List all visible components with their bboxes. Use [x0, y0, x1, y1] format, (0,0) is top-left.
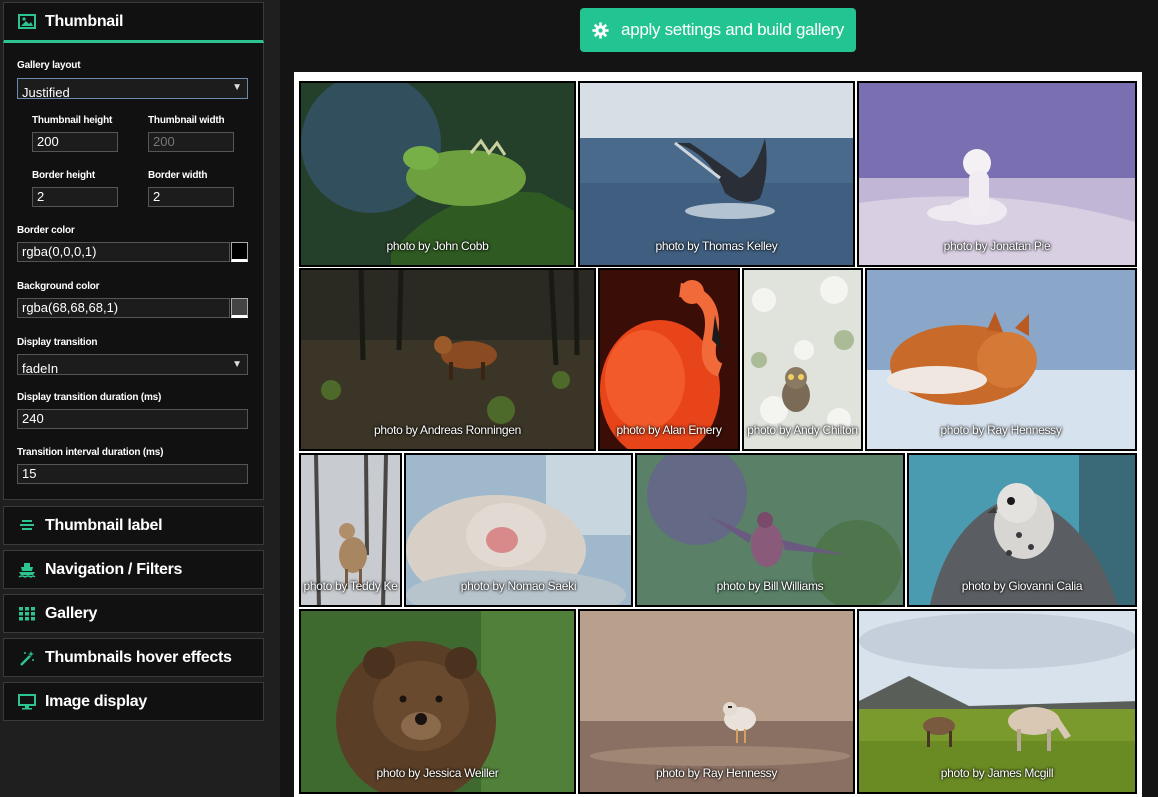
panel-label: Thumbnail label	[45, 516, 163, 534]
apply-settings-label: apply settings and build gallery	[621, 20, 844, 39]
panel-header-hover-effects[interactable]: Thumbnails hover effects	[3, 638, 264, 677]
display-transition-label: Display transition	[17, 337, 98, 348]
interval-duration-input[interactable]: 15	[17, 464, 248, 484]
border-width-input[interactable]: 2	[148, 187, 234, 207]
gallery-thumbnail[interactable]: photo by Ray Hennessy	[865, 268, 1137, 451]
gallery-thumbnail[interactable]: photo by Andreas Ronningen	[299, 268, 596, 451]
thumbnail-settings-body: Gallery layout Justified ▼ Thumbnail hei…	[3, 43, 264, 500]
thumb-width-label: Thumbnail width	[148, 115, 225, 126]
apply-settings-button[interactable]: apply settings and build gallery	[580, 8, 856, 52]
thumbnail-caption: photo by Ray Hennessy	[940, 423, 1062, 437]
border-color-swatch[interactable]	[231, 242, 248, 262]
thumbnail-caption: photo by James Mcgill	[940, 766, 1054, 780]
background-color-label: Background color	[17, 281, 100, 292]
panel-header-thumbnail[interactable]: Thumbnail	[3, 2, 264, 43]
transition-duration-input[interactable]: 240	[17, 409, 248, 429]
thumb-width-input[interactable]: 200	[148, 132, 234, 152]
border-color-label: Border color	[17, 225, 75, 236]
gallery-thumbnail[interactable]: photo by John Cobb	[299, 81, 576, 267]
gallery-layout-select[interactable]: Justified ▼	[17, 78, 248, 99]
thumbnail-caption: photo by Andreas Ronningen	[374, 423, 521, 437]
gear-icon	[592, 21, 609, 39]
thumbnail-caption: photo by Jonatan Pie	[943, 239, 1051, 253]
display-transition-select[interactable]: fadeIn ▼	[17, 354, 248, 375]
gallery-thumbnail[interactable]: photo by James Mcgill	[857, 609, 1137, 794]
thumb-height-input[interactable]: 200	[32, 132, 118, 152]
background-color-input[interactable]: rgba(68,68,68,1)	[17, 298, 230, 318]
border-height-input[interactable]: 2	[32, 187, 118, 207]
thumbnail-caption: photo by Teddy Ke	[303, 579, 398, 593]
thumb-height-label: Thumbnail height	[32, 115, 113, 126]
border-width-label: Border width	[148, 170, 208, 181]
thumbnail-caption: photo by John Cobb	[386, 239, 489, 253]
panel-label: Gallery	[45, 604, 98, 622]
gallery-thumbnail[interactable]: photo by Nomao Saeki	[404, 453, 633, 607]
caret-down-icon: ▼	[232, 82, 242, 93]
magic-wand-icon	[18, 649, 36, 667]
align-center-icon	[18, 517, 36, 535]
thumbnail-caption: photo by Thomas Kelley	[655, 239, 778, 253]
panel-label: Navigation / Filters	[45, 560, 183, 578]
panel-header-thumbnail-label[interactable]: Thumbnail label	[3, 506, 264, 545]
panel-label: Image display	[45, 692, 147, 710]
thumbnail-caption: photo by Andy Chilton	[747, 423, 858, 437]
caret-down-icon: ▼	[232, 359, 242, 370]
image-icon	[18, 13, 36, 31]
panel-header-gallery[interactable]: Gallery	[3, 594, 264, 633]
gallery-thumbnail[interactable]: photo by Jonatan Pie	[857, 81, 1137, 267]
gallery-thumbnail[interactable]: photo by Andy Chilton	[742, 268, 863, 451]
thumbnail-caption: photo by Nomao Saeki	[460, 579, 577, 593]
panel-header-navigation-filters[interactable]: Navigation / Filters	[3, 550, 264, 589]
grid-icon	[18, 605, 36, 623]
gallery-thumbnail[interactable]: photo by Bill Williams	[635, 453, 905, 607]
thumbnail-caption: photo by Alan Emery	[616, 423, 722, 437]
ship-icon	[18, 561, 36, 579]
gallery-thumbnail[interactable]: photo by Giovanni Calia	[907, 453, 1137, 607]
thumbnail-caption: photo by Giovanni Calia	[961, 579, 1083, 593]
sidebar: Thumbnail Gallery layout Justified ▼ Thu…	[0, 0, 280, 797]
transition-duration-label: Display transition duration (ms)	[17, 392, 162, 403]
thumbnail-caption: photo by Bill Williams	[716, 579, 824, 593]
gallery-layout-label: Gallery layout	[17, 60, 81, 71]
display-transition-value: fadeIn	[22, 361, 59, 375]
gallery-thumbnail[interactable]: photo by Teddy Ke	[299, 453, 402, 607]
thumbnail-caption: photo by Jessica Weiller	[376, 766, 499, 780]
gallery-thumbnail[interactable]: photo by Thomas Kelley	[578, 81, 855, 267]
background-color-swatch[interactable]	[231, 298, 248, 318]
panel-label: Thumbnails hover effects	[45, 648, 232, 666]
gallery: photo by John Cobb photo by Thomas Kelle…	[294, 72, 1142, 797]
border-color-input[interactable]: rgba(0,0,0,1)	[17, 242, 230, 262]
monitor-icon	[18, 693, 36, 711]
gallery-thumbnail[interactable]: photo by Ray Hennessy	[578, 609, 855, 794]
panel-header-image-display[interactable]: Image display	[3, 682, 264, 721]
panel-title: Thumbnail	[45, 12, 124, 30]
gallery-thumbnail[interactable]: photo by Jessica Weiller	[299, 609, 576, 794]
border-height-label: Border height	[32, 170, 95, 181]
thumbnail-caption: photo by Ray Hennessy	[655, 766, 778, 780]
interval-duration-label: Transition interval duration (ms)	[17, 447, 164, 458]
gallery-layout-value: Justified	[22, 85, 70, 99]
gallery-thumbnail[interactable]: photo by Alan Emery	[598, 268, 740, 451]
